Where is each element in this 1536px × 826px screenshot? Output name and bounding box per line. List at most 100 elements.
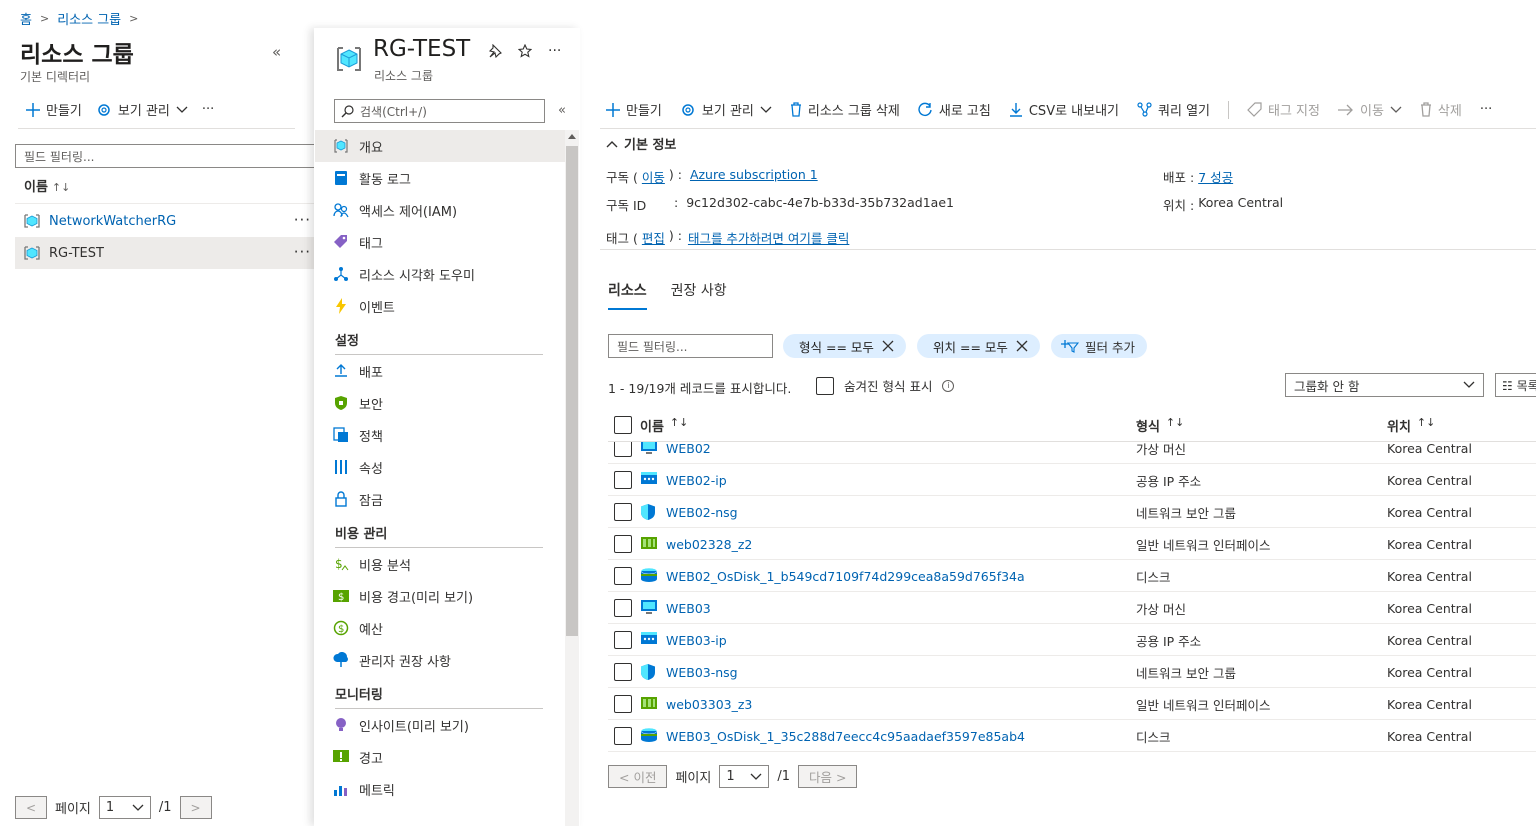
close-icon[interactable] bbox=[882, 340, 894, 352]
breadcrumb-home[interactable]: 홈 bbox=[20, 9, 32, 28]
resource-link[interactable]: WEB02-ip bbox=[666, 473, 727, 488]
more-button[interactable]: ··· bbox=[548, 43, 561, 59]
assign-tags-button[interactable]: 태그 지정 bbox=[1247, 100, 1320, 119]
table-row[interactable]: WEB03_OsDisk_1_35c288d7eecc4c95aadaef359… bbox=[608, 720, 1536, 752]
subscription-move-link[interactable]: 이동 bbox=[642, 167, 665, 186]
menu-item-deployments[interactable]: 배포 bbox=[315, 355, 565, 387]
menu-item-metrics[interactable]: 메트릭 bbox=[315, 773, 565, 805]
menu-item-events[interactable]: 이벤트 bbox=[315, 290, 565, 322]
add-tags-link[interactable]: 태그를 추가하려면 여기를 클릭 bbox=[688, 228, 849, 247]
table-row[interactable]: WEB02-ip 공용 IP 주소 Korea Central bbox=[608, 464, 1536, 496]
next-page-button[interactable]: > bbox=[179, 796, 212, 819]
select-all-checkbox[interactable] bbox=[614, 416, 632, 434]
breadcrumb-resource-groups[interactable]: 리소스 그룹 bbox=[57, 9, 121, 28]
delete-button[interactable]: 삭제 bbox=[1420, 100, 1462, 119]
row-checkbox[interactable] bbox=[614, 663, 632, 681]
list-view-dropdown[interactable]: ☷ 목록 보기 bbox=[1495, 373, 1536, 397]
essentials-toggle[interactable]: 기본 정보 bbox=[606, 134, 676, 153]
grouping-dropdown[interactable]: 그룹화 안 함 bbox=[1285, 373, 1484, 397]
table-row[interactable]: WEB03 가상 머신 Korea Central bbox=[608, 592, 1536, 624]
resource-link[interactable]: WEB03_OsDisk_1_35c288d7eecc4c95aadaef359… bbox=[666, 729, 1025, 744]
resource-group-row[interactable]: RG-TEST ··· bbox=[15, 237, 315, 269]
menu-scrollbar[interactable] bbox=[565, 130, 579, 826]
menu-item-alerts[interactable]: 경고 bbox=[315, 741, 565, 773]
menu-item-cost-analysis[interactable]: $ 비용 분석 bbox=[315, 548, 565, 580]
page-select[interactable]: 1 bbox=[719, 765, 770, 788]
delete-group-button[interactable]: 리소스 그룹 삭제 bbox=[790, 100, 900, 119]
row-checkbox[interactable] bbox=[614, 695, 632, 713]
collapse-panel-icon[interactable]: « bbox=[272, 43, 281, 61]
show-hidden-types[interactable]: 숨겨진 형식 표시 i bbox=[816, 376, 955, 395]
prev-page-button[interactable]: < bbox=[15, 796, 47, 819]
type-filter-pill[interactable]: 형식 == 모두 bbox=[783, 334, 906, 358]
add-filter-button[interactable]: 필터 추가 bbox=[1051, 334, 1147, 358]
resource-group-link[interactable]: NetworkWatcherRG bbox=[49, 214, 176, 229]
collapse-menu-icon[interactable]: « bbox=[558, 103, 566, 118]
left-filter-input[interactable]: 필드 필터링... bbox=[15, 144, 315, 168]
info-icon[interactable]: i bbox=[942, 379, 955, 392]
resource-link[interactable]: WEB02_OsDisk_1_b549cd7109f74d299cea8a59d… bbox=[666, 569, 1025, 584]
refresh-button[interactable]: 새로 고침 bbox=[918, 100, 991, 119]
resource-link[interactable]: web03303_z3 bbox=[666, 697, 752, 712]
resource-link[interactable]: WEB03-ip bbox=[666, 633, 727, 648]
tab-resources[interactable]: 리소스 bbox=[608, 280, 647, 310]
scrollbar-thumb[interactable] bbox=[566, 146, 578, 636]
resource-filter-input[interactable]: 필드 필터링... bbox=[608, 334, 773, 358]
show-hidden-checkbox[interactable] bbox=[816, 376, 834, 395]
resource-link[interactable]: WEB02 bbox=[666, 442, 711, 456]
pin-icon[interactable] bbox=[488, 44, 502, 58]
menu-item-activity-log[interactable]: 활동 로그 bbox=[315, 162, 565, 194]
page-select[interactable]: 1 bbox=[98, 796, 151, 819]
table-row[interactable]: WEB02_OsDisk_1_b549cd7109f74d299cea8a59d… bbox=[608, 560, 1536, 592]
table-row[interactable]: web02328_z2 일반 네트워크 인터페이스 Korea Central bbox=[608, 528, 1536, 560]
table-row[interactable]: WEB02-nsg 네트워크 보안 그룹 Korea Central bbox=[608, 496, 1536, 528]
row-checkbox[interactable] bbox=[614, 631, 632, 649]
menu-item-advisor[interactable]: 관리자 권장 사항 bbox=[315, 644, 565, 676]
table-row[interactable]: web03303_z3 일반 네트워크 인터페이스 Korea Central bbox=[608, 688, 1536, 720]
menu-item-overview[interactable]: 개요 bbox=[315, 130, 565, 162]
view-manage-button[interactable]: 보기 관리 bbox=[680, 100, 772, 119]
row-more-button[interactable]: ··· bbox=[294, 211, 311, 229]
row-checkbox[interactable] bbox=[614, 442, 632, 457]
scroll-up-icon[interactable] bbox=[568, 134, 576, 139]
open-query-button[interactable]: 쿼리 열기 bbox=[1137, 100, 1210, 119]
table-row[interactable]: WEB03-ip 공용 IP 주소 Korea Central bbox=[608, 624, 1536, 656]
resource-group-row[interactable]: NetworkWatcherRG ··· bbox=[15, 205, 315, 237]
location-filter-pill[interactable]: 위치 == 모두 bbox=[917, 334, 1040, 358]
next-page-button[interactable]: 다음 > bbox=[798, 765, 858, 788]
menu-item-policies[interactable]: 정책 bbox=[315, 419, 565, 451]
row-checkbox[interactable] bbox=[614, 727, 632, 745]
tags-edit-link[interactable]: 편집 bbox=[642, 228, 665, 247]
menu-item-resource-visualizer[interactable]: 리소스 시각화 도우미 bbox=[315, 258, 565, 290]
menu-item-locks[interactable]: 잠금 bbox=[315, 483, 565, 515]
star-icon[interactable] bbox=[518, 44, 532, 58]
row-checkbox[interactable] bbox=[614, 567, 632, 585]
row-checkbox[interactable] bbox=[614, 535, 632, 553]
menu-item-budgets[interactable]: $ 예산 bbox=[315, 612, 565, 644]
menu-item-iam[interactable]: 액세스 제어(IAM) bbox=[315, 194, 565, 226]
row-more-button[interactable]: ··· bbox=[294, 243, 311, 261]
close-icon[interactable] bbox=[1016, 340, 1028, 352]
menu-item-properties[interactable]: 속성 bbox=[315, 451, 565, 483]
subscription-link[interactable]: Azure subscription 1 bbox=[690, 167, 818, 186]
column-header-name[interactable]: 이름 ↑↓ bbox=[640, 416, 688, 435]
menu-item-insights[interactable]: 인사이트(미리 보기) bbox=[315, 709, 565, 741]
create-button[interactable]: 만들기 bbox=[606, 100, 662, 119]
menu-search-input[interactable]: 검색(Ctrl+/) bbox=[334, 99, 545, 123]
view-manage-button[interactable]: 보기 관리 bbox=[96, 100, 188, 119]
move-button[interactable]: 이동 bbox=[1337, 100, 1402, 119]
table-row[interactable]: WEB03-nsg 네트워크 보안 그룹 Korea Central bbox=[608, 656, 1536, 688]
resource-link[interactable]: WEB03-nsg bbox=[666, 665, 738, 680]
tab-recommendations[interactable]: 권장 사항 bbox=[671, 280, 727, 310]
menu-item-security[interactable]: 보안 bbox=[315, 387, 565, 419]
column-header-location[interactable]: 위치 ↑↓ bbox=[1387, 416, 1435, 435]
row-checkbox[interactable] bbox=[614, 503, 632, 521]
resource-link[interactable]: WEB03 bbox=[666, 601, 711, 616]
more-button[interactable]: ··· bbox=[1480, 102, 1492, 117]
menu-item-tags[interactable]: 태그 bbox=[315, 226, 565, 258]
column-header-name[interactable]: 이름 ↑↓ bbox=[24, 176, 70, 195]
menu-item-cost-alerts[interactable]: $ 비용 경고(미리 보기) bbox=[315, 580, 565, 612]
column-header-type[interactable]: 형식 ↑↓ bbox=[1136, 416, 1184, 435]
deployments-link[interactable]: 7 성공 bbox=[1198, 167, 1233, 186]
row-checkbox[interactable] bbox=[614, 471, 632, 489]
